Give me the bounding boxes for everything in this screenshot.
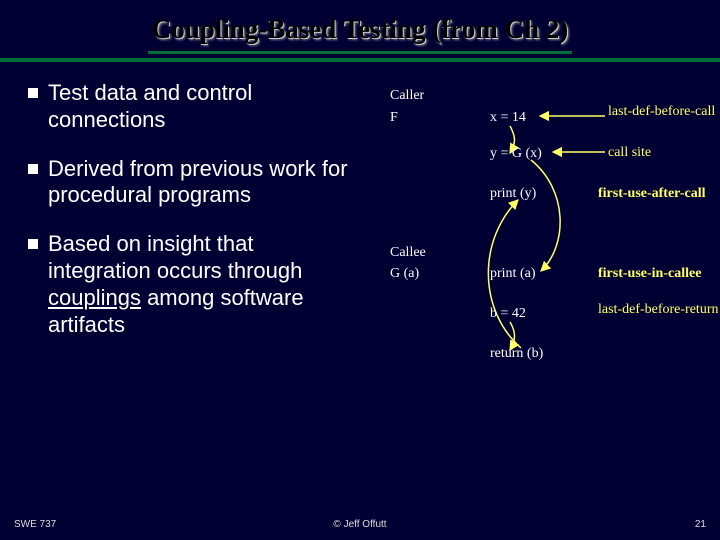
caller-label: Caller [390, 88, 424, 104]
bullet-icon [28, 88, 38, 98]
footer-course: SWE 737 [14, 519, 56, 530]
caller-func-name: F [390, 110, 398, 126]
code-line: y = G (x) [490, 146, 542, 162]
code-line: return (b) [490, 346, 543, 362]
bullet-text-part: Based on insight that integration occurs… [48, 231, 302, 283]
bullet-text: Test data and control connections [48, 80, 358, 134]
page-title: Coupling-Based Testing (from Ch 2) [148, 14, 573, 54]
annotation-last-def-before-return: last-def-before-return [598, 302, 718, 318]
callee-label: Callee [390, 245, 426, 261]
coupling-diagram: Caller F x = 14 y = G (x) print (y) last… [368, 80, 702, 440]
list-item: Test data and control connections [28, 80, 358, 134]
annotation-first-use-after-call: first-use-after-call [598, 186, 706, 202]
annotation-first-use-in-callee: first-use-in-callee [598, 266, 701, 282]
bullet-icon [28, 164, 38, 174]
bullet-text: Derived from previous work for procedura… [48, 156, 358, 210]
bullet-text: Based on insight that integration occurs… [48, 231, 358, 338]
list-item: Derived from previous work for procedura… [28, 156, 358, 210]
list-item: Based on insight that integration occurs… [28, 231, 358, 338]
bullet-list: Test data and control connections Derive… [28, 80, 358, 440]
code-line: print (a) [490, 266, 535, 282]
footer-copyright: © Jeff Offutt [333, 519, 386, 530]
code-line: b = 42 [490, 306, 526, 322]
bullet-underlined: couplings [48, 285, 141, 310]
callee-func-name: G (a) [390, 266, 419, 282]
code-line: print (y) [490, 186, 536, 202]
footer-page-number: 21 [695, 519, 706, 530]
annotation-call-site: call site [608, 145, 651, 161]
annotation-last-def-before-call: last-def-before-call [608, 104, 715, 120]
code-line: x = 14 [490, 110, 526, 126]
bullet-icon [28, 239, 38, 249]
